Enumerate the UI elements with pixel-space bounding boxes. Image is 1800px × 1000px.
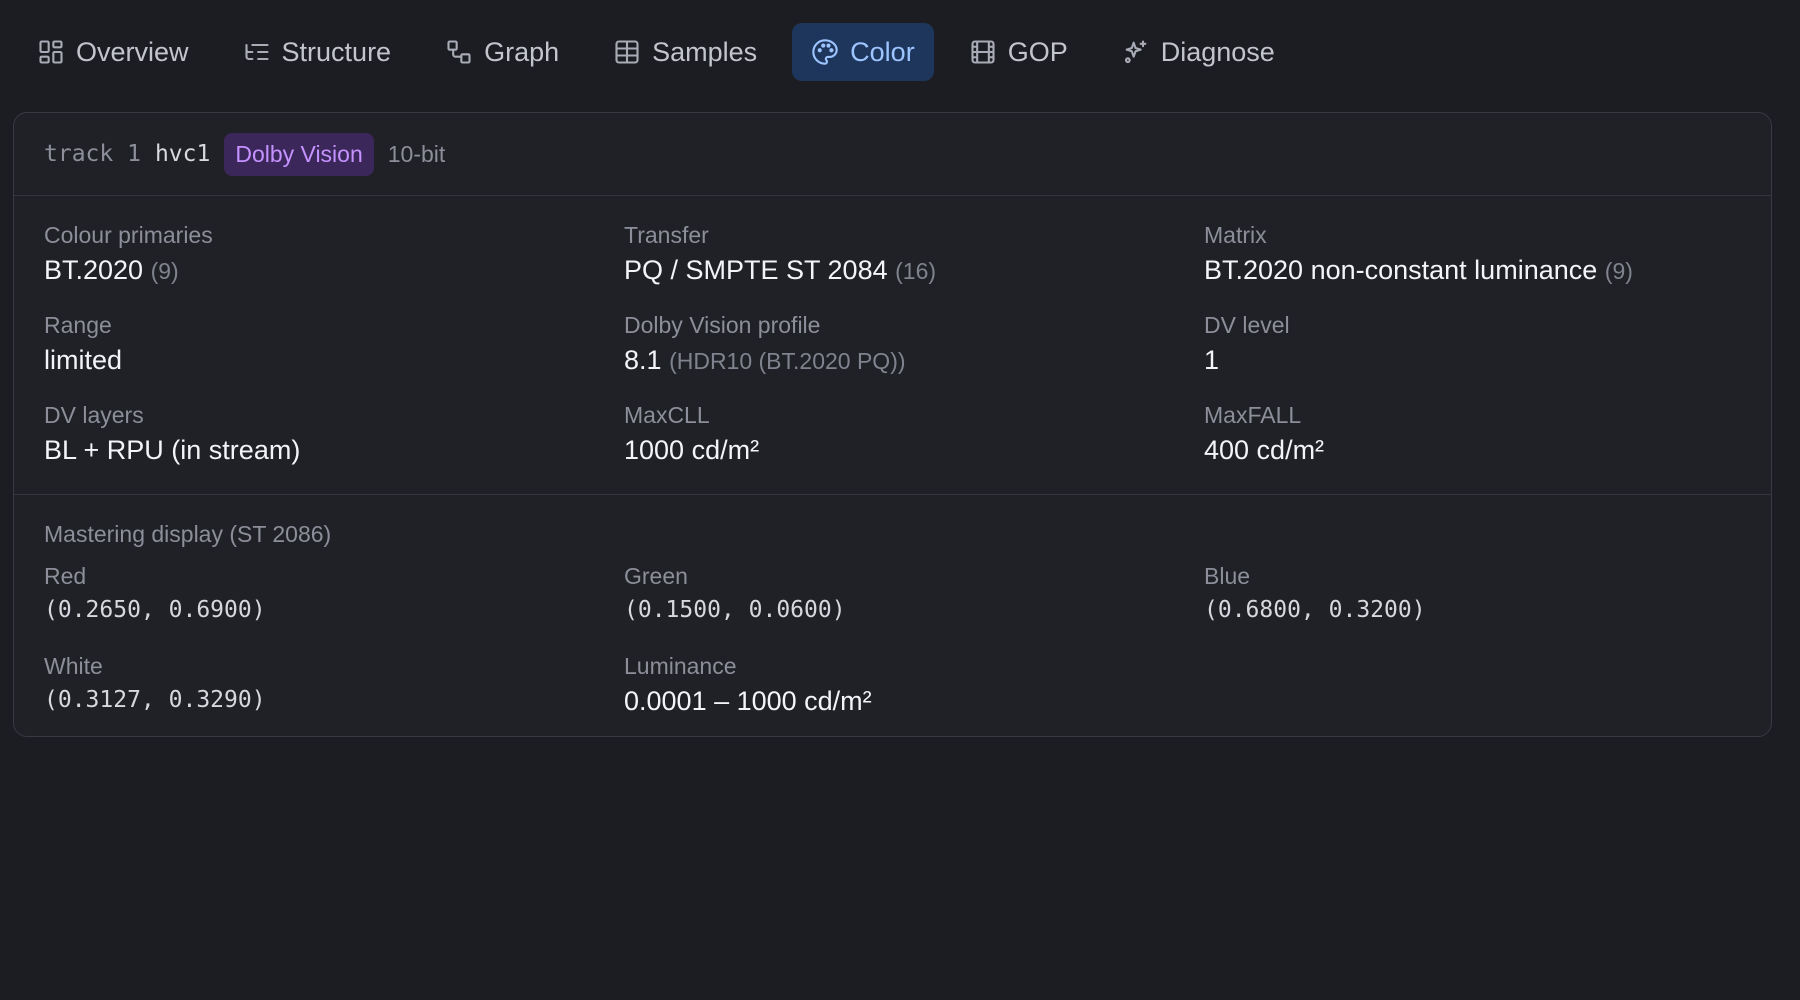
md-label: White — [44, 653, 103, 679]
prop-matrix: Matrix BT.2020 non-constant luminance (9… — [1204, 220, 1764, 310]
bit-depth: 10-bit — [387, 140, 446, 167]
md-label: Red — [44, 563, 87, 589]
prop-code: (9) — [1604, 258, 1633, 284]
sparkles-icon — [1124, 40, 1147, 64]
prop-dv-profile: Dolby Vision profile 8.1 (HDR10 (BT.2020… — [624, 310, 1204, 400]
tab-bar: Overview Structure Graph Samples Color G… — [18, 23, 1310, 81]
track-header: track 1 hvc1 Dolby Vision 10-bit — [14, 113, 1771, 196]
mastering-display-values: Red (0.2650, 0.6900) Green (0.1500, 0.06… — [14, 549, 1771, 741]
md-label: Green — [624, 563, 688, 589]
prop-label: DV layers — [44, 402, 144, 428]
tab-graph[interactable]: Graph — [426, 23, 578, 81]
track-id: track 1 — [44, 141, 141, 167]
prop-transfer: Transfer PQ / SMPTE ST 2084 (16) — [624, 220, 1204, 310]
prop-maxfall: MaxFALL 400 cd/m² — [1204, 400, 1764, 490]
grid-icon — [39, 40, 63, 64]
color-info-card: track 1 hvc1 Dolby Vision 10-bit Colour … — [13, 112, 1772, 737]
prop-range: Range limited — [44, 310, 624, 400]
graph-icon — [447, 40, 471, 64]
prop-value: PQ / SMPTE ST 2084 — [624, 255, 888, 285]
md-green: Green (0.1500, 0.0600) — [624, 561, 1204, 651]
codec-label: hvc1 — [154, 141, 211, 167]
prop-code: (9) — [150, 258, 179, 284]
palette-icon — [812, 39, 838, 65]
md-value: (0.1500, 0.0600) — [624, 597, 846, 623]
md-value: (0.6800, 0.3200) — [1204, 597, 1426, 623]
prop-label: MaxCLL — [624, 402, 710, 428]
md-white: White (0.3127, 0.3290) — [44, 651, 624, 741]
tab-label: Samples — [652, 36, 758, 67]
prop-dv-layers: DV layers BL + RPU (in stream) — [44, 400, 624, 490]
prop-maxcll: MaxCLL 1000 cd/m² — [624, 400, 1204, 490]
tab-label: Graph — [484, 36, 560, 67]
mastering-display-title: Mastering display (ST 2086) — [44, 521, 332, 547]
tab-label: Diagnose — [1160, 36, 1275, 67]
tab-label: GOP — [1007, 36, 1068, 67]
prop-value: 1 — [1204, 345, 1220, 375]
tab-color[interactable]: Color — [792, 23, 934, 81]
tab-overview[interactable]: Overview — [18, 23, 208, 81]
tab-label: Overview — [76, 36, 189, 67]
prop-label: Colour primaries — [44, 222, 213, 248]
prop-value: BL + RPU (in stream) — [44, 435, 301, 465]
md-red: Red (0.2650, 0.6900) — [44, 561, 624, 651]
md-value: (0.2650, 0.6900) — [44, 597, 266, 623]
prop-label: MaxFALL — [1204, 402, 1302, 428]
prop-value: limited — [44, 345, 123, 375]
dolby-vision-badge: Dolby Vision — [224, 132, 374, 176]
md-value: (0.3127, 0.3290) — [44, 687, 266, 713]
prop-label: Matrix — [1204, 222, 1267, 248]
color-properties: Colour primaries BT.2020 (9) Transfer PQ… — [14, 196, 1771, 490]
prop-dv-level: DV level 1 — [1204, 310, 1764, 400]
prop-value: 400 cd/m² — [1204, 435, 1325, 465]
tab-label: Structure — [281, 36, 392, 67]
tab-diagnose[interactable]: Diagnose — [1103, 23, 1294, 81]
tab-samples[interactable]: Samples — [594, 23, 776, 81]
prop-value: BT.2020 non-constant luminance — [1204, 255, 1598, 285]
prop-label: DV level — [1204, 312, 1290, 338]
prop-label: Range — [44, 312, 112, 338]
tab-label: Color — [850, 36, 915, 67]
md-value: 0.0001 – 1000 cd/m² — [624, 686, 872, 716]
prop-value: BT.2020 — [44, 255, 144, 285]
prop-label: Dolby Vision profile — [624, 312, 821, 338]
md-luminance: Luminance 0.0001 – 1000 cd/m² — [624, 651, 1204, 741]
md-label: Blue — [1204, 563, 1251, 589]
tab-structure[interactable]: Structure — [224, 23, 411, 81]
prop-code: (16) — [895, 258, 937, 284]
prop-value: 8.1 — [624, 345, 662, 375]
tab-gop[interactable]: GOP — [950, 23, 1087, 81]
list-tree-icon — [244, 43, 269, 61]
prop-primaries: Colour primaries BT.2020 (9) — [44, 220, 624, 310]
prop-label: Transfer — [624, 222, 709, 248]
md-blue: Blue (0.6800, 0.3200) — [1204, 561, 1764, 651]
film-icon — [971, 40, 995, 64]
md-label: Luminance — [624, 653, 737, 679]
prop-code: (HDR10 (BT.2020 PQ)) — [669, 348, 906, 374]
prop-value: 1000 cd/m² — [624, 435, 760, 465]
table-icon — [615, 40, 639, 64]
